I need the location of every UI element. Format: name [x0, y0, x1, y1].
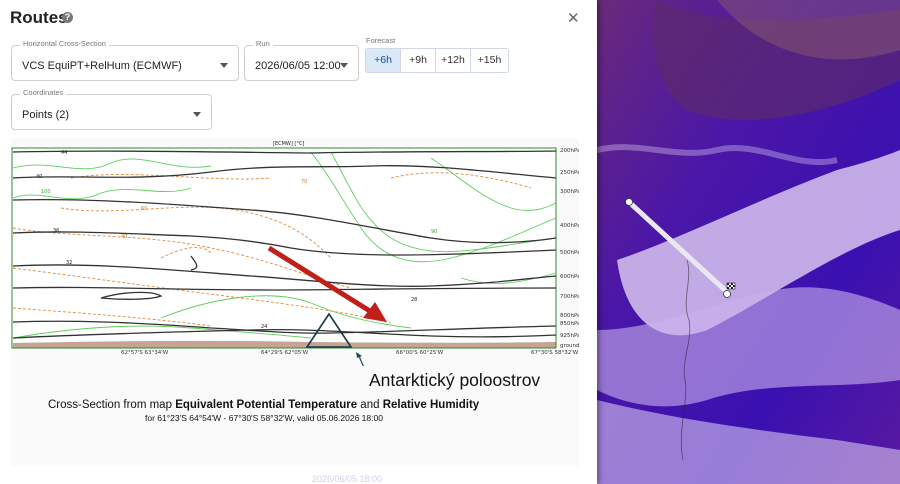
forecast-label: Forecast [366, 36, 396, 45]
caption-bold-2: Relative Humidity [382, 399, 480, 411]
chevron-down-icon [193, 112, 201, 117]
pressure-level-label: 925hPa [560, 333, 579, 339]
chevron-down-icon [340, 63, 348, 68]
contour-label: 44 [61, 150, 67, 156]
caption-prefix: Cross-Section from map [48, 399, 176, 411]
caption-line-2: for 61°23'S 64°54'W - 67°30'S 58°32'W, v… [145, 413, 383, 423]
contour-label: 36 [53, 228, 59, 234]
x-tick: 67°30'S 58°32'W [531, 350, 579, 356]
contour-label: 28 [411, 297, 417, 303]
plot-title: [ECMW] [°C] [273, 141, 304, 147]
contour-label: 32 [66, 260, 72, 266]
route-start-point [625, 198, 633, 206]
pressure-level-label: 250hPa [560, 170, 579, 176]
close-icon[interactable]: ✕ [567, 9, 580, 27]
contour-label: 40 [36, 174, 42, 180]
forecast-12h-button[interactable]: +12h [436, 49, 471, 72]
run-select[interactable]: Run 2026/06/05 12:00 [244, 39, 359, 81]
caption-and: and [357, 399, 383, 411]
x-tick: 64°29'S 62°05'W [261, 350, 309, 356]
pressure-level-label: 200hPa [560, 148, 579, 154]
checkered-flag-icon [726, 282, 736, 290]
horizontal-cross-section-select[interactable]: Horizontal Cross-Section VCS EquiPT+RelH… [11, 39, 239, 81]
caption-bold-1: Equivalent Potential Temperature [175, 399, 358, 411]
field-value: Points (2) [22, 109, 70, 121]
field-label: Coordinates [20, 88, 67, 97]
map-time-stamp: 2026/06/05 18:00 [312, 474, 383, 484]
forecast-6h-button[interactable]: +6h [366, 49, 401, 72]
help-icon[interactable]: ? [62, 12, 73, 23]
cross-section-plot: [ECMW] [°C] 44 40 36 32 28 24 100 90 70 … [11, 141, 580, 376]
pressure-level-label: 700hPa [560, 294, 579, 300]
forecast-15h-button[interactable]: +15h [471, 49, 508, 72]
contour-label: 24 [261, 324, 267, 330]
pressure-level-label: 800hPa [560, 313, 579, 319]
pressure-level-label: 850hPa [560, 321, 579, 327]
contour-label: 100 [41, 189, 51, 195]
pressure-level-label: 300hPa [560, 189, 579, 195]
contour-label: 60 [141, 206, 147, 212]
map-view[interactable] [597, 0, 900, 484]
chevron-down-icon [220, 63, 228, 68]
pressure-level-label: ground [560, 343, 579, 349]
contour-label: 40 [121, 234, 127, 240]
x-tick: 62°57'S 63°34'W [121, 350, 169, 356]
coordinates-select[interactable]: Coordinates Points (2) [11, 88, 212, 130]
forecast-9h-button[interactable]: +9h [401, 49, 436, 72]
route-end-point [723, 290, 731, 298]
field-value: 2026/06/05 12:00 [255, 60, 341, 72]
field-label: Horizontal Cross-Section [20, 39, 109, 48]
caption-line-1: Cross-Section from map Equivalent Potent… [48, 399, 479, 411]
field-value: VCS EquiPT+RelHum (ECMWF) [22, 60, 182, 72]
forecast-button-group: +6h +9h +12h +15h [365, 48, 509, 73]
satellite-image [597, 0, 900, 484]
panel-title: Routes [10, 8, 68, 27]
pressure-level-label: 500hPa [560, 250, 579, 256]
pressure-level-label: 400hPa [560, 223, 579, 229]
peninsula-annotation: Antarktický poloostrov [369, 370, 541, 390]
pressure-level-label: 600hPa [560, 274, 579, 280]
routes-panel: Routes ? ✕ Horizontal Cross-Section VCS … [0, 0, 597, 484]
x-tick: 66°00'S 60°25'W [396, 350, 444, 356]
contour-label: 70 [301, 179, 307, 185]
field-label: Run [253, 39, 273, 48]
contour-label: 90 [431, 229, 437, 235]
